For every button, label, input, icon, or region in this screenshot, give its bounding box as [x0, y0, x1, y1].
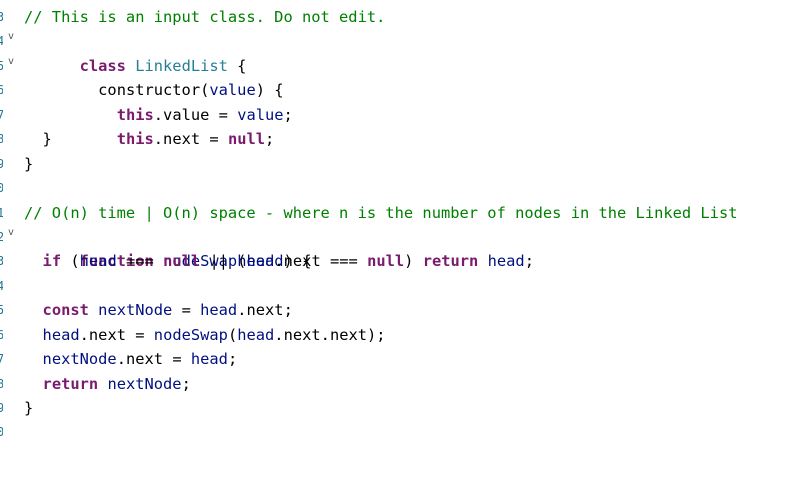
- line-number: 9: [0, 396, 3, 420]
- if-keyword: if: [42, 252, 62, 271]
- code-line[interactable]: 5 const nextNode = head.next;: [0, 298, 800, 322]
- return-keyword: return: [422, 252, 479, 271]
- line-number: 5: [0, 298, 3, 322]
- line-number: 0: [0, 176, 3, 200]
- line-number: 7: [0, 347, 3, 371]
- closing-brace: }: [24, 154, 34, 173]
- line-number: 0: [0, 420, 3, 444]
- identifier: nextNode: [107, 374, 182, 393]
- closing-brace: }: [24, 399, 34, 417]
- return-keyword: return: [42, 374, 99, 393]
- comment: // This is an input class. Do not edit.: [24, 8, 386, 26]
- comment: // O(n) time | O(n) space - where n is t…: [24, 203, 738, 222]
- code-line[interactable]: 9 }: [0, 396, 800, 420]
- code-line[interactable]: 6 this.value = value;: [0, 78, 800, 123]
- fold-chevron-icon[interactable]: v: [8, 227, 14, 238]
- line-number: 6: [0, 323, 3, 347]
- line-number: 4: [0, 274, 3, 298]
- identifier: nextNode: [42, 350, 117, 369]
- code-line[interactable]: 9 }: [0, 152, 800, 176]
- line-number: 9: [0, 152, 3, 176]
- identifier: head: [79, 252, 117, 271]
- identifier: head: [237, 252, 275, 271]
- code-line[interactable]: 7 nextNode.next = head;: [0, 347, 800, 371]
- property: next: [125, 350, 164, 369]
- line-number: 8: [0, 127, 3, 151]
- code-editor[interactable]: 3 // This is an input class. Do not edit…: [0, 5, 800, 445]
- line-number: 6: [0, 78, 3, 102]
- code-line[interactable]: 0: [0, 176, 800, 200]
- const-keyword: const: [42, 301, 89, 320]
- identifier: head: [190, 350, 228, 369]
- line-number: 8: [0, 372, 3, 396]
- line-number: 3: [0, 249, 3, 273]
- code-line[interactable]: 0: [0, 420, 800, 444]
- identifier: head: [42, 325, 80, 344]
- line-number: 1: [0, 201, 3, 225]
- operator: ===: [126, 252, 154, 271]
- property: next: [283, 252, 321, 271]
- code-line[interactable]: 7 this.next = null;: [0, 103, 800, 148]
- property: next: [88, 325, 126, 344]
- property: next: [329, 325, 368, 344]
- code-line[interactable]: 8 }: [0, 127, 800, 151]
- code-line[interactable]: 2 v function nodeSwap(head) {: [0, 225, 800, 270]
- identifier: nextNode: [98, 301, 173, 320]
- fold-chevron-icon[interactable]: v: [8, 56, 14, 67]
- code-line[interactable]: 4: [0, 274, 800, 298]
- fold-chevron-icon[interactable]: v: [8, 32, 14, 42]
- line-number: 5: [0, 54, 3, 78]
- code-line[interactable]: 3 if (head === null || head.next === nul…: [0, 249, 800, 273]
- line-number: 4: [0, 29, 3, 53]
- code-line[interactable]: 6 head.next = nodeSwap(head.next.next);: [0, 323, 800, 347]
- line-number: 2: [0, 225, 3, 249]
- identifier: head: [487, 252, 525, 271]
- operator: ===: [330, 252, 358, 271]
- function-call: nodeSwap: [153, 325, 228, 344]
- code-line[interactable]: 1 // O(n) time | O(n) space - where n is…: [0, 201, 800, 225]
- null-literal: null: [163, 252, 201, 271]
- identifier: head: [237, 325, 275, 344]
- line-number: 3: [0, 5, 3, 29]
- operator: ||: [209, 252, 228, 271]
- code-line[interactable]: 4 v class LinkedList {: [0, 29, 800, 75]
- code-line[interactable]: 3 // This is an input class. Do not edit…: [0, 5, 800, 29]
- line-number: 7: [0, 103, 3, 127]
- null-literal: null: [367, 252, 405, 271]
- code-line[interactable]: 8 return nextNode;: [0, 372, 800, 396]
- property: next: [283, 325, 321, 344]
- property: next: [246, 301, 284, 320]
- identifier: head: [200, 301, 238, 320]
- code-line[interactable]: 5 v constructor(value) {: [0, 54, 800, 99]
- closing-brace: }: [24, 130, 52, 149]
